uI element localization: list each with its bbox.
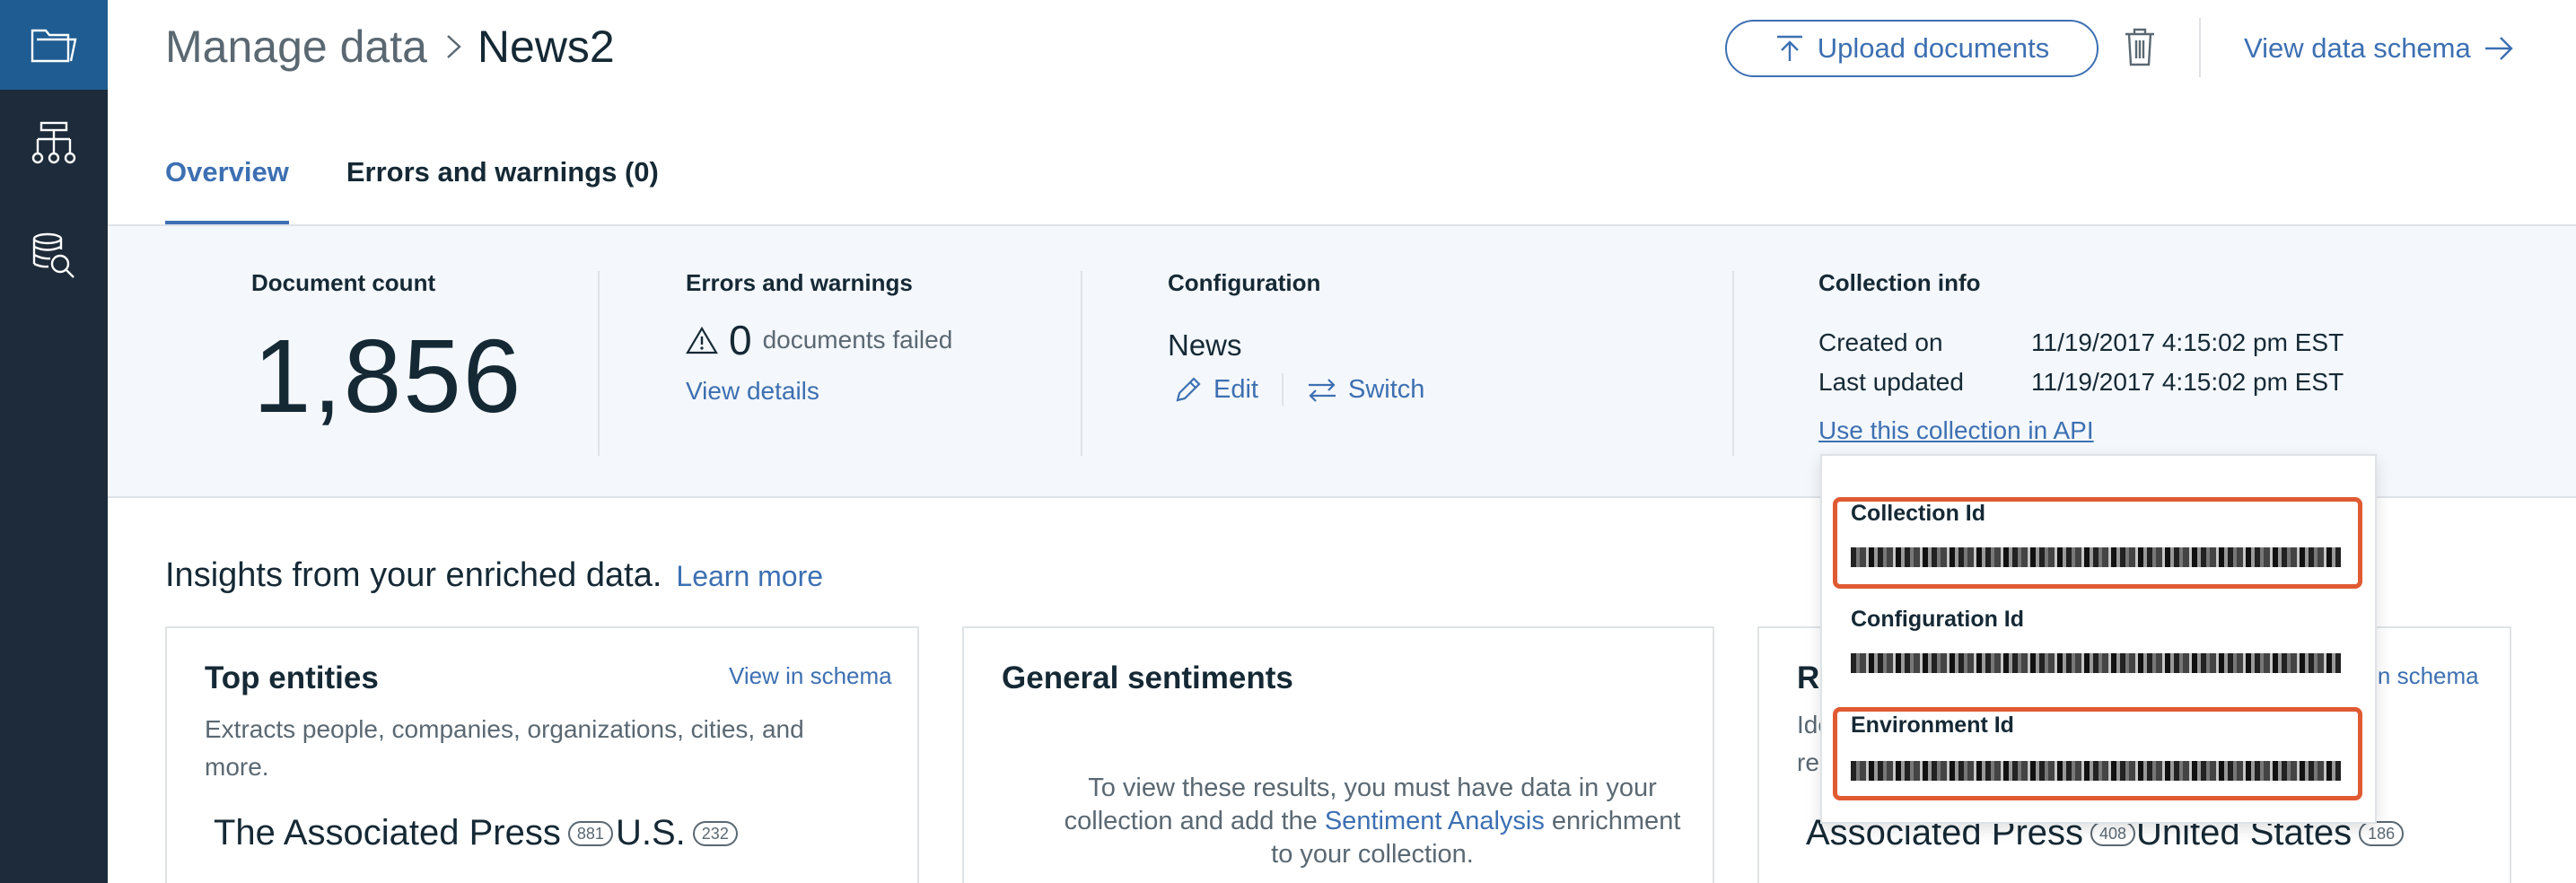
created-on-label: Created on (1818, 328, 1943, 356)
general-sentiments-title: General sentiments (1002, 660, 1293, 695)
tab-bar: Overview Errors and warnings (0) (165, 144, 659, 224)
relations-card-title: R (1797, 660, 1820, 695)
view-in-schema-link[interactable]: View in schema (729, 662, 892, 690)
insights-heading: Insights from your enriched data. Learn … (165, 556, 823, 595)
edit-configuration-button[interactable]: Edit (1174, 375, 1258, 405)
last-updated-label: Last updated (1818, 368, 1964, 396)
entity-count-badge: 186 (2359, 820, 2405, 846)
api-ids-popover: Collection Id Configuration Id Environme… (1820, 454, 2377, 824)
collection-id-label: Collection Id (1851, 501, 1985, 526)
entity-count-badge: 232 (692, 820, 738, 846)
configuration-id-label: Configuration Id (1851, 607, 2025, 632)
stats-divider (598, 271, 600, 456)
use-collection-in-api-link[interactable]: Use this collection in API (1818, 416, 2094, 445)
learn-more-link[interactable]: Learn more (676, 560, 823, 593)
environment-id-label: Environment Id (1851, 713, 2014, 738)
tab-overview[interactable]: Overview (165, 144, 289, 224)
sidebar-item-manage-data[interactable] (0, 0, 108, 90)
entity-tag[interactable]: The Associated Press 881 (214, 813, 613, 853)
upload-documents-label: Upload documents (1817, 32, 2050, 64)
chevron-right-icon (445, 32, 463, 61)
stats-divider (1081, 271, 1082, 456)
top-entities-description: Extracts people, companies, organization… (205, 715, 804, 781)
errors-and-warnings-label: Errors and warnings (686, 269, 913, 296)
configuration-id-value[interactable] (1851, 653, 2341, 673)
general-sentiments-card: General sentiments To view these results… (962, 626, 1714, 883)
switch-configuration-button[interactable]: Switch (1307, 375, 1424, 405)
entity-count-badge: 408 (2090, 820, 2136, 846)
configuration-label: Configuration (1168, 269, 1321, 296)
delete-collection-button[interactable] (2122, 27, 2158, 68)
tab-errors-and-warnings[interactable]: Errors and warnings (0) (346, 144, 659, 224)
document-count-label: Document count (251, 269, 436, 296)
warning-icon (686, 326, 718, 354)
top-entities-card: Top entities View in schema Extracts peo… (165, 626, 919, 883)
upload-icon (1776, 35, 1802, 61)
header-divider (2199, 18, 2201, 77)
collection-info-label: Collection info (1818, 269, 1981, 296)
document-count-value: 1,856 (253, 318, 523, 434)
last-updated-value: 11/19/2017 4:15:02 pm EST (2031, 368, 2344, 396)
sidebar (0, 0, 108, 883)
configuration-name: News (1168, 328, 1242, 362)
configuration-actions: Edit Switch (1174, 373, 1424, 406)
pencil-icon (1176, 377, 1201, 402)
sentiments-empty-message: To view these results, you must have dat… (1063, 772, 1682, 871)
sidebar-item-query[interactable] (0, 212, 108, 302)
page-title: News2 (477, 22, 615, 72)
view-data-schema-label: View data schema (2244, 32, 2471, 64)
trash-icon (2125, 28, 2154, 66)
entity-tag[interactable]: U.S. 232 (616, 813, 738, 853)
edit-label: Edit (1214, 374, 1258, 404)
folder-icon (31, 29, 77, 63)
documents-failed-count: 0 (729, 317, 752, 363)
database-search-icon (32, 232, 74, 278)
sentiment-analysis-link[interactable]: Sentiment Analysis (1325, 807, 1545, 835)
breadcrumb: Manage data News2 (165, 18, 615, 75)
arrow-right-icon (2484, 37, 2513, 60)
entity-name: U.S. (616, 813, 686, 852)
stats-divider (1732, 271, 1734, 456)
created-on-value: 11/19/2017 4:15:02 pm EST (2031, 328, 2344, 356)
collection-id-value[interactable] (1851, 547, 2341, 567)
entity-name: The Associated Press (214, 813, 561, 852)
hierarchy-icon (31, 121, 76, 164)
upload-documents-button[interactable]: Upload documents (1725, 20, 2098, 77)
actions-divider (1281, 373, 1284, 406)
environment-id-value[interactable] (1851, 761, 2341, 781)
documents-failed-text: documents failed (762, 326, 953, 354)
breadcrumb-manage-data[interactable]: Manage data (165, 21, 427, 73)
top-entities-title: Top entities (205, 660, 379, 695)
switch-arrows-icon (1308, 379, 1336, 402)
card-description-line: re (1797, 748, 1819, 776)
sidebar-item-hierarchy[interactable] (0, 99, 108, 188)
documents-failed-row: 0 documents failed (686, 316, 952, 364)
insights-title: Insights from your enriched data. (165, 556, 662, 594)
switch-label: Switch (1347, 374, 1425, 404)
entity-count-badge: 881 (567, 820, 613, 846)
view-details-link[interactable]: View details (686, 377, 819, 406)
view-data-schema-link[interactable]: View data schema (2244, 20, 2514, 77)
